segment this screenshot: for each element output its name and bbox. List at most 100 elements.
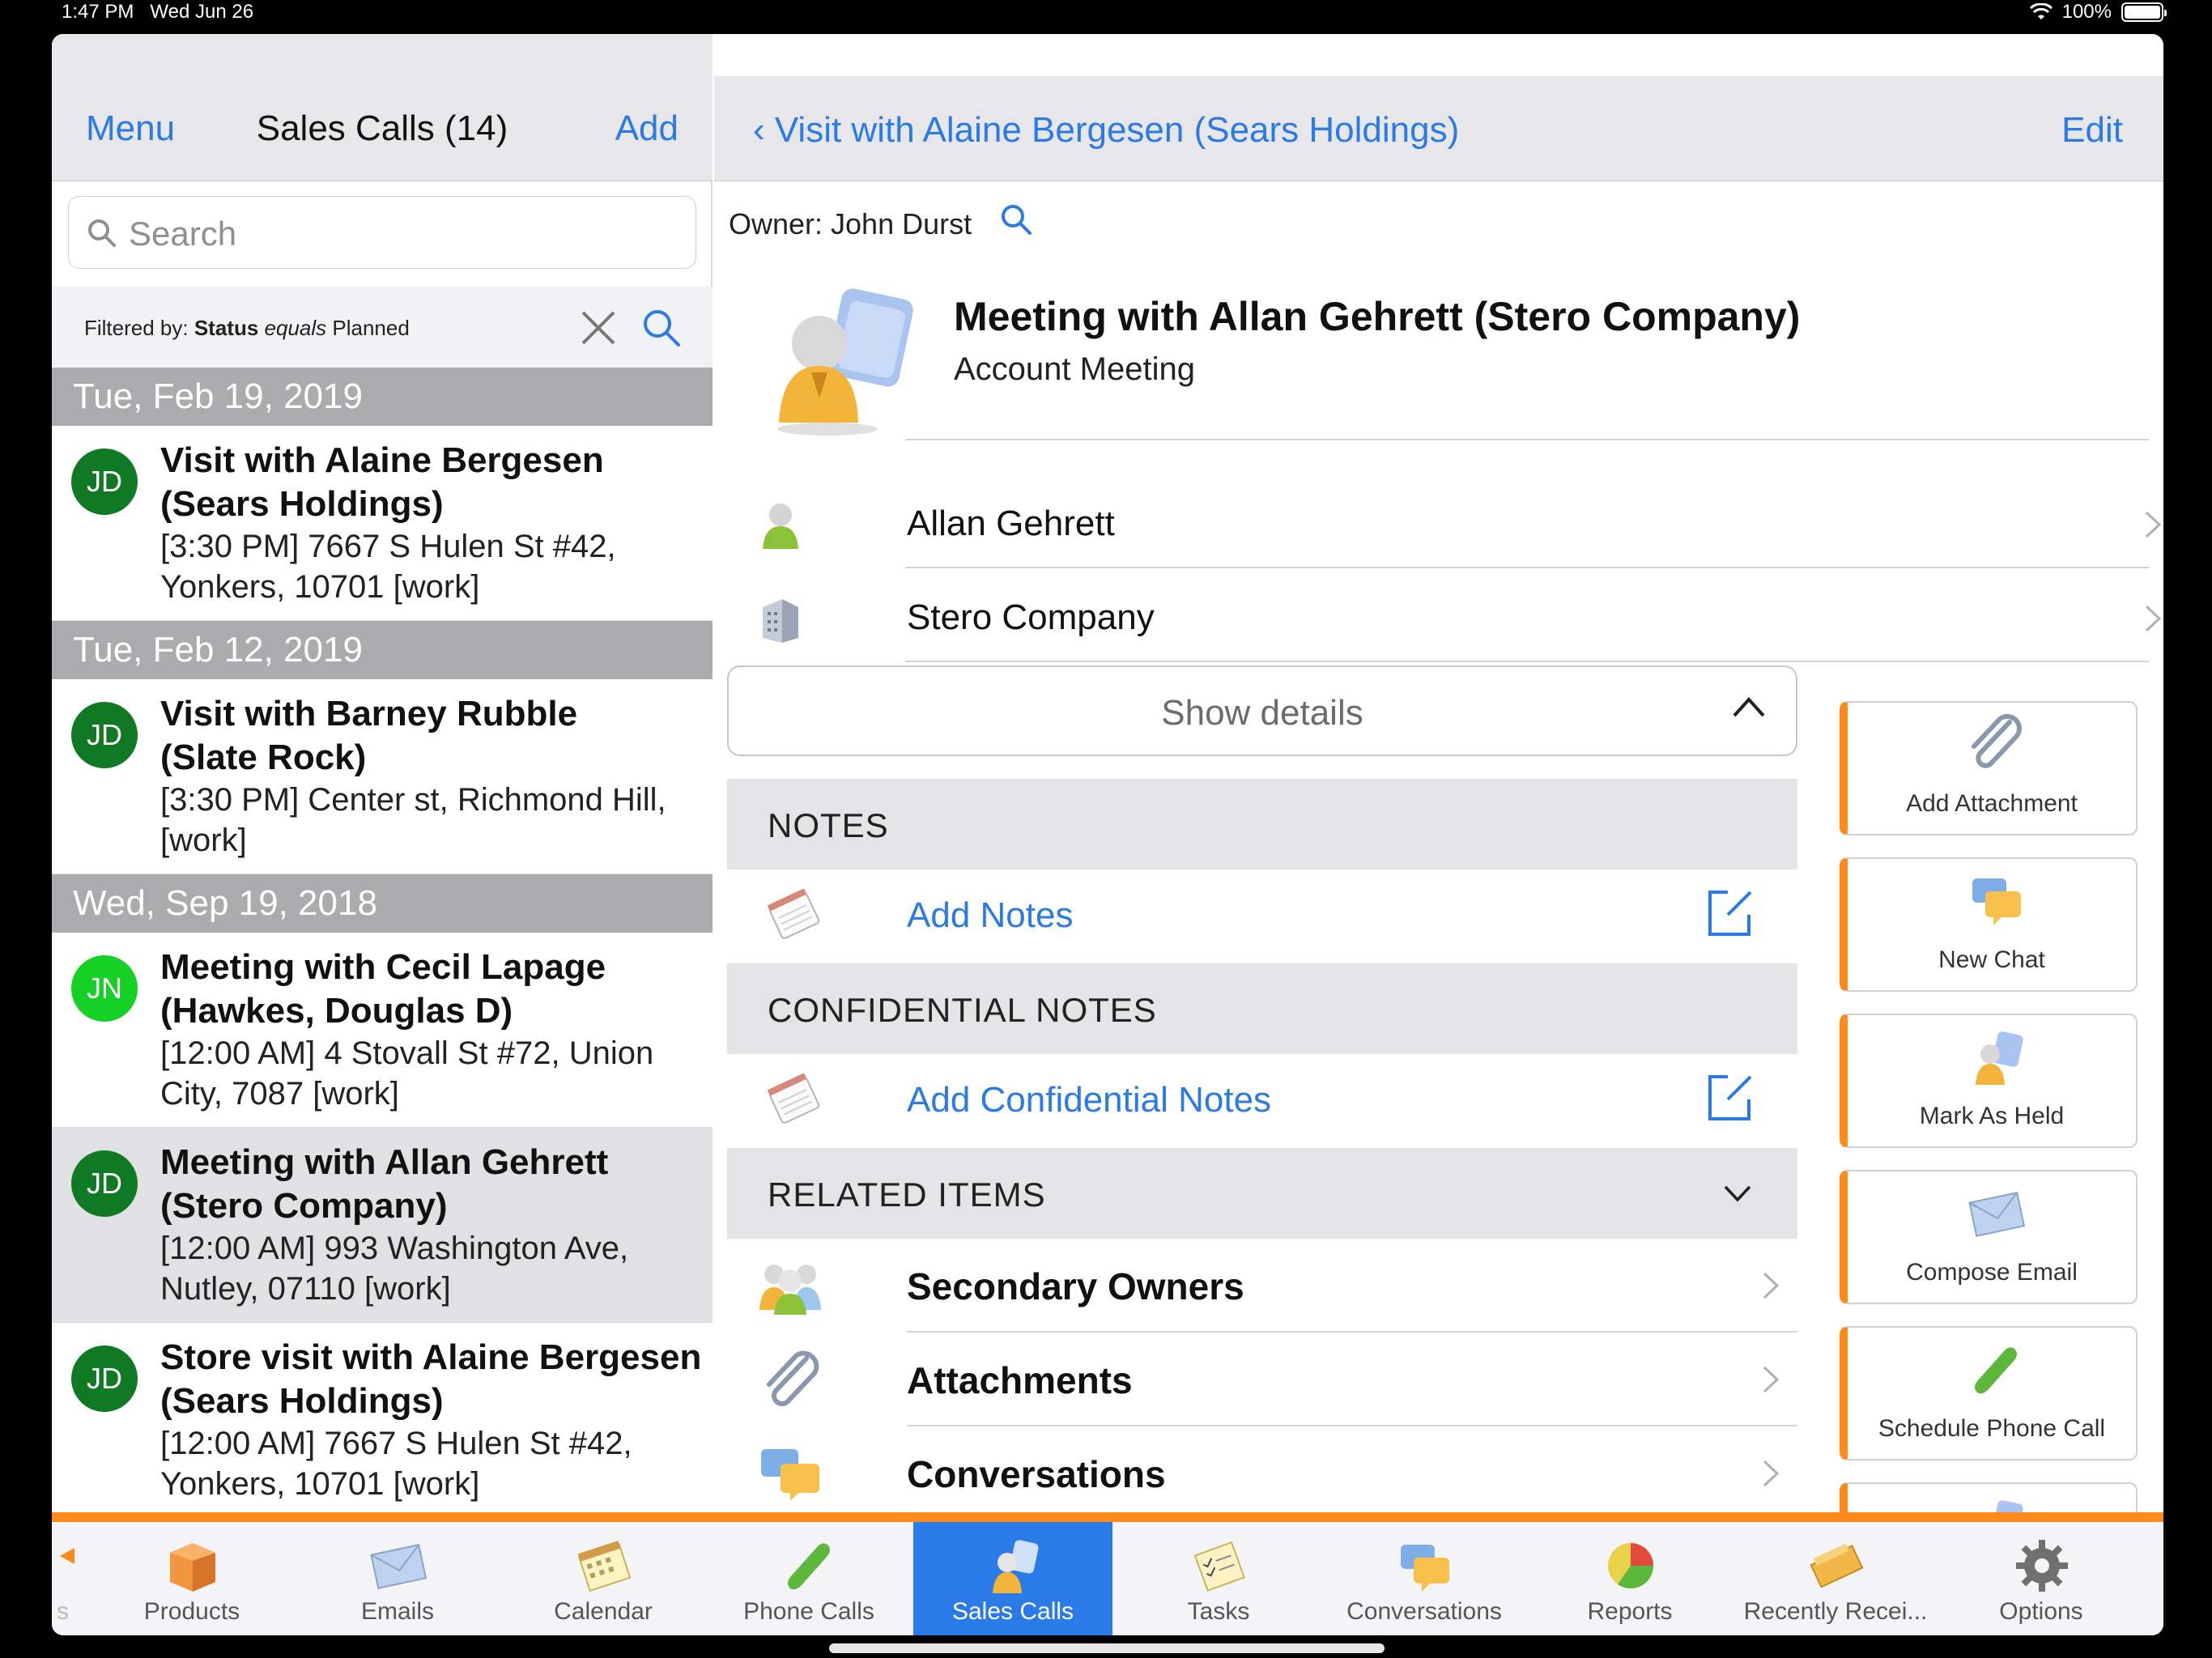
chevron-down-icon [1724, 1185, 1751, 1202]
avatar: JD [71, 1346, 138, 1412]
item-title: Meeting with Allan Gehrett [160, 1142, 609, 1182]
back-button[interactable]: ‹ Visit with Alaine Bergesen (Sears Hold… [753, 110, 1459, 151]
list-item-selected[interactable]: JD Meeting with Allan Gehrett (Stero Com… [52, 1128, 713, 1323]
tab-conversations[interactable]: Conversations [1325, 1522, 1524, 1635]
related-secondary-owners[interactable]: Secondary Owners [727, 1239, 1797, 1331]
battery-percent: 100% [2061, 1, 2112, 23]
app-window: Menu Sales Calls (14) Add Search Filtere… [52, 34, 2163, 1635]
chevron-right-icon [2145, 511, 2162, 538]
chevron-right-icon [1763, 1460, 1780, 1487]
item-detail: Yonkers, 10701 [work] [160, 1466, 480, 1502]
owner-search-icon[interactable] [998, 201, 1035, 238]
item-detail: Nutley, 07110 [work] [160, 1271, 451, 1307]
add-confidential-notes-link: Add Confidential Notes [907, 1080, 1272, 1120]
item-detail: Yonkers, 10701 [work] [160, 569, 480, 605]
item-title-company: (Sears Holdings) [160, 484, 444, 524]
related-attachments[interactable]: Attachments [727, 1333, 1797, 1425]
add-notes-link: Add Notes [907, 895, 1074, 935]
edit-note-icon[interactable] [1704, 887, 1755, 939]
wifi-icon [2029, 3, 2052, 19]
tab-reports[interactable]: Reports [1530, 1522, 1729, 1635]
section-header: Tue, Feb 12, 2019 [52, 621, 713, 679]
list-item[interactable]: JD Store visit with Alaine Bergesen (Sea… [52, 1323, 713, 1512]
item-title: Visit with Barney Rubble [160, 694, 578, 733]
search-icon [88, 219, 116, 247]
notes-header: NOTES [768, 806, 889, 844]
paperclip-icon [767, 1350, 819, 1406]
company-name: Stero Company [907, 597, 1155, 637]
phone-icon [1975, 1347, 2017, 1394]
edit-confidential-note-icon[interactable] [1704, 1072, 1755, 1124]
products-icon [170, 1543, 215, 1592]
item-title-company: (Sears Holdings) [160, 1381, 444, 1421]
tab-label: Reports [1587, 1598, 1673, 1625]
compose-email-button[interactable]: Compose Email [1840, 1170, 2138, 1304]
mark-as-held-button[interactable]: Mark As Held [1840, 1014, 2138, 1148]
notepad-icon [767, 1073, 820, 1124]
item-title: Visit with Alaine Bergesen [160, 440, 604, 480]
item-title: Meeting with Cecil Lapage [160, 947, 606, 987]
item-detail: [12:00 AM] 7667 S Hulen St #42, [160, 1426, 632, 1461]
related-items-section-header[interactable]: RELATED ITEMS [727, 1148, 1797, 1239]
conversations-label: Conversations [907, 1453, 1166, 1495]
tab-sales-calls[interactable]: Sales Calls [913, 1522, 1112, 1635]
add-button[interactable]: Add [615, 108, 678, 149]
edit-button[interactable]: Edit [2061, 110, 2123, 151]
tab-label: Conversations [1346, 1598, 1502, 1625]
tab-calendar[interactable]: Calendar [504, 1522, 703, 1635]
related-conversations[interactable]: Conversations [727, 1426, 1797, 1519]
sales-call-icon [1993, 1500, 2023, 1512]
confidential-notes-section-header: CONFIDENTIAL NOTES [727, 963, 1797, 1054]
company-row[interactable]: Stero Company [714, 570, 2163, 662]
schedule-phone-call-button[interactable]: Schedule Phone Call [1840, 1326, 2138, 1460]
clear-filter-icon[interactable] [578, 308, 619, 348]
add-attachment-button[interactable]: Add Attachment [1840, 701, 2138, 835]
tab-recently-received[interactable]: Recently Recei... [1736, 1522, 1935, 1635]
contact-icon [763, 504, 798, 549]
new-chat-button[interactable]: New Chat [1840, 857, 2138, 992]
status-time: 1:47 PM Wed Jun 26 [62, 1, 254, 23]
paperclip-icon [1972, 714, 2022, 768]
mark-as-held-label: Mark As Held [1919, 1103, 2065, 1129]
chevron-right-icon [1763, 1272, 1780, 1299]
avatar: JD [71, 1150, 138, 1217]
new-chat-label: New Chat [1938, 946, 2045, 973]
chevron-right-icon [1763, 1366, 1780, 1393]
contact-row[interactable]: Allan Gehrett [714, 476, 2163, 568]
tab-options[interactable]: Options [1942, 1522, 2141, 1635]
tab-emails[interactable]: Emails [298, 1522, 497, 1635]
divider [905, 661, 2149, 662]
owner-label: Owner: John Durst [729, 207, 972, 240]
master-pane: Menu Sales Calls (14) Add Search Filtere… [52, 34, 713, 1512]
call-title: Meeting with Allan Gehrett (Stero Compan… [954, 294, 1801, 339]
tab-tasks[interactable]: Tasks [1119, 1522, 1318, 1635]
add-notes-row[interactable]: Add Notes [727, 869, 1797, 962]
filter-search-icon[interactable] [640, 306, 683, 350]
scroll-left-icon[interactable] [58, 1546, 76, 1566]
tasks-icon [1193, 1541, 1246, 1592]
add-attachment-label: Add Attachment [1906, 790, 2078, 817]
add-confidential-notes-row[interactable]: Add Confidential Notes [727, 1054, 1797, 1146]
section-header: Tue, Feb 19, 2019 [52, 368, 713, 426]
list-item[interactable]: JN Meeting with Cecil Lapage (Hawkes, Do… [52, 933, 713, 1128]
tab-phone-calls[interactable]: Phone Calls [709, 1522, 908, 1635]
company-icon [763, 599, 798, 643]
search-placeholder: Search [129, 215, 237, 253]
battery-icon [2121, 2, 2167, 22]
tab-products[interactable]: Products [92, 1522, 291, 1635]
list-item[interactable]: JD Visit with Alaine Bergesen (Sears Hol… [52, 426, 713, 621]
list-item[interactable]: JD Visit with Barney Rubble (Slate Rock)… [52, 679, 713, 874]
show-details-button[interactable]: Show details [727, 665, 1797, 756]
item-detail: [3:30 PM] Center st, Richmond Hill, [160, 782, 666, 818]
tab-label: Options [1999, 1598, 2083, 1625]
search-input[interactable]: Search [68, 196, 696, 269]
more-action-button[interactable] [1840, 1482, 2138, 1512]
tab-label: Recently Recei... [1743, 1598, 1928, 1625]
tab-label: Tasks [1187, 1598, 1250, 1625]
home-indicator[interactable] [829, 1643, 1385, 1653]
sales-call-list: Tue, Feb 19, 2019 JD Visit with Alaine B… [52, 368, 713, 1512]
phone-icon [788, 1543, 830, 1590]
avatar: JN [71, 955, 138, 1022]
email-icon [1968, 1192, 2026, 1237]
secondary-owners-icon [759, 1265, 821, 1315]
